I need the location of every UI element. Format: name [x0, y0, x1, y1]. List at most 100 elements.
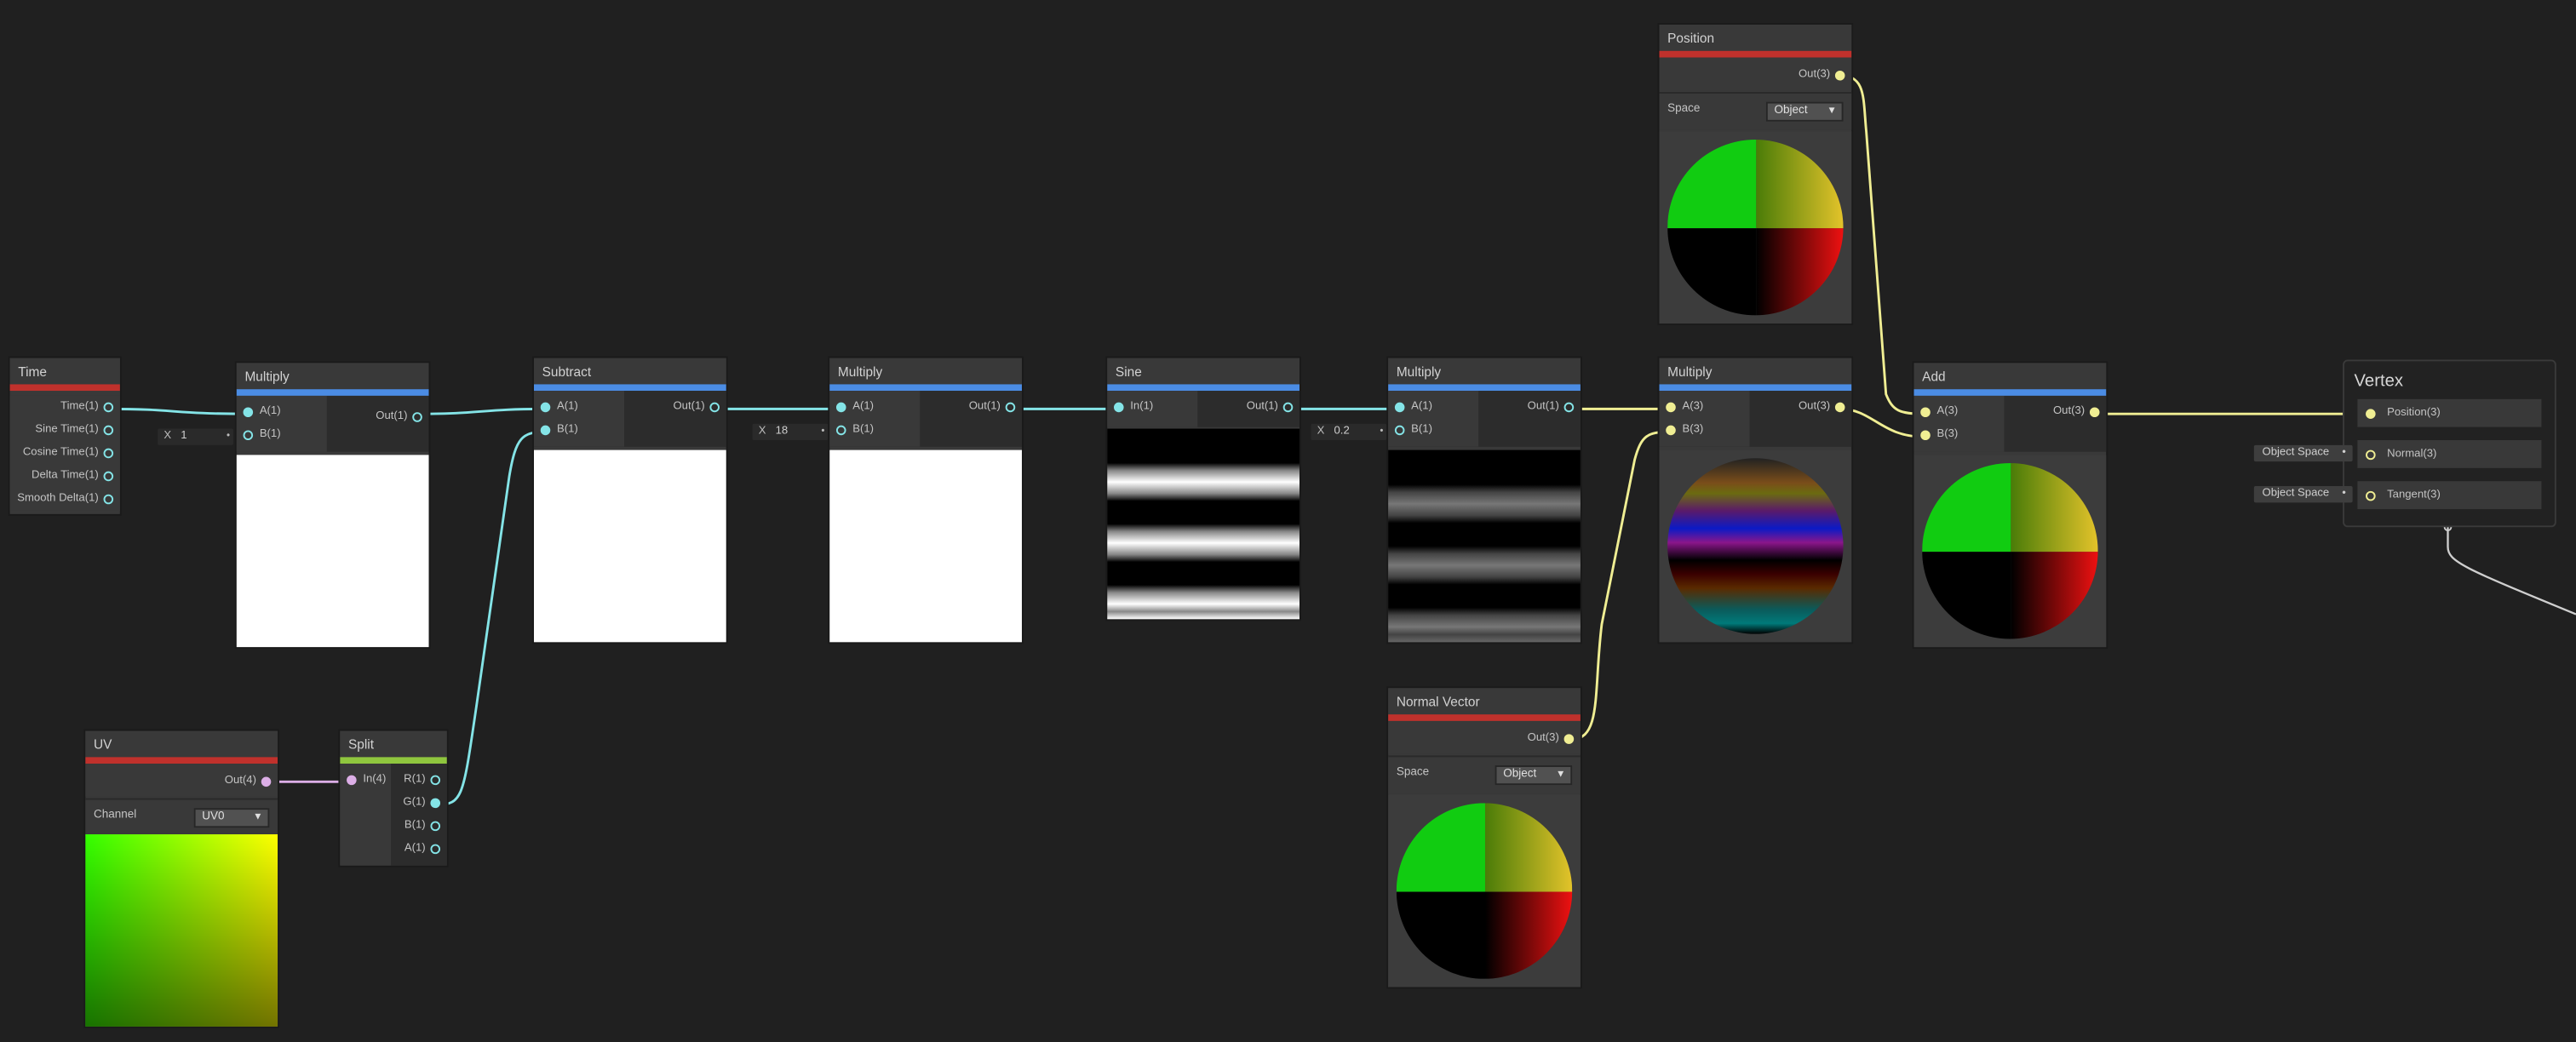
preview-sphere — [1922, 463, 2098, 639]
subtract-output-port[interactable]: Out(1) — [624, 396, 726, 419]
split-r-output-port[interactable]: R(1) — [391, 769, 447, 792]
uv-output-port[interactable]: Out(4) — [85, 770, 278, 793]
channel-dropdown[interactable]: UV0 ▼ — [193, 808, 270, 828]
time-node[interactable]: Time Time(1) Sine Time(1) Cosine Time(1)… — [9, 358, 120, 514]
space-dropdown[interactable]: Object ▼ — [1495, 765, 1573, 786]
vertex-normal-port[interactable]: Normal(3) — [2357, 440, 2542, 468]
tangent-space-field[interactable]: Object Space • — [2253, 486, 2353, 503]
split-g-output-port[interactable]: G(1) — [391, 792, 447, 815]
shader-graph-canvas[interactable]: Time Time(1) Sine Time(1) Cosine Time(1)… — [0, 0, 2576, 1041]
vertex-position-port[interactable]: Position(3) — [2357, 398, 2542, 427]
port-dot-icon[interactable] — [1282, 402, 1294, 413]
port-dot-icon[interactable] — [1834, 70, 1845, 81]
add-a-input-port[interactable]: A(3) — [1914, 401, 2005, 424]
sine-node[interactable]: Sine In(1) Out(1) — [1107, 358, 1299, 620]
multiply4-node[interactable]: Multiply A(3) B(3) Out(3) — [1659, 358, 1852, 643]
port-dot-icon[interactable] — [2089, 407, 2100, 418]
port-dot-icon[interactable] — [1563, 402, 1575, 413]
port-dot-icon[interactable] — [412, 412, 422, 422]
split-b-output-port[interactable]: B(1) — [391, 815, 447, 838]
port-dot-icon[interactable] — [430, 821, 441, 832]
uv-title: UV — [85, 730, 278, 758]
subtract-node[interactable]: Subtract A(1) B(1) Out(1) — [533, 358, 726, 643]
multiply1-output-port[interactable]: Out(1) — [327, 406, 429, 429]
port-dot-icon[interactable] — [103, 494, 114, 505]
sine-time-output-port[interactable]: Sine Time(1) — [10, 419, 120, 442]
port-dot-icon[interactable] — [1666, 402, 1676, 413]
port-dot-icon[interactable] — [1113, 402, 1124, 413]
space-dropdown[interactable]: Object ▼ — [1765, 101, 1844, 122]
multiply4-output-port[interactable]: Out(3) — [1750, 396, 1852, 419]
port-dot-icon[interactable] — [1834, 402, 1845, 413]
port-dot-icon[interactable] — [103, 448, 114, 459]
cosine-time-output-port[interactable]: Cosine Time(1) — [10, 442, 120, 465]
vertex-context[interactable]: Vertex Position(3) Normal(3) Tangent(3) — [2343, 359, 2556, 528]
add-node[interactable]: Add A(3) B(3) Out(3) — [1913, 363, 2107, 648]
smooth-delta-output-port[interactable]: Smooth Delta(1) — [10, 488, 120, 511]
port-dot-icon[interactable] — [1666, 425, 1676, 436]
multiply1-a-input-port[interactable]: A(1) — [237, 401, 327, 424]
port-dot-icon[interactable] — [430, 844, 441, 855]
multiply1-b-input-field[interactable]: X 1 • — [158, 428, 233, 445]
port-dot-icon[interactable] — [540, 402, 551, 413]
multiply2-output-port[interactable]: Out(1) — [920, 396, 1022, 419]
port-dot-icon[interactable] — [347, 775, 357, 786]
port-dot-icon[interactable] — [1394, 402, 1405, 413]
time-output-port[interactable]: Time(1) — [10, 396, 120, 419]
multiply3-node[interactable]: Multiply A(1) B(1) Out(1) — [1388, 358, 1581, 643]
port-dot-icon[interactable] — [1920, 407, 1931, 418]
position-preview — [1659, 131, 1852, 324]
drag-handle-icon[interactable]: • — [227, 429, 230, 445]
multiply2-b-input-field[interactable]: X 18 • — [752, 423, 829, 441]
position-node[interactable]: Position Out(3) Space Object ▼ — [1659, 24, 1852, 324]
port-dot-icon[interactable] — [709, 402, 720, 413]
add-b-input-port[interactable]: B(3) — [1914, 424, 2005, 447]
port-dot-icon[interactable] — [2366, 490, 2376, 501]
delta-time-output-port[interactable]: Delta Time(1) — [10, 465, 120, 488]
normal-space-field[interactable]: Object Space • — [2253, 444, 2353, 462]
port-dot-icon[interactable] — [2366, 409, 2376, 419]
sine-output-port[interactable]: Out(1) — [1197, 396, 1299, 419]
sine-input-port[interactable]: In(1) — [1107, 396, 1197, 419]
subtract-a-input-port[interactable]: A(1) — [534, 396, 624, 419]
multiply4-a-input-port[interactable]: A(3) — [1659, 396, 1749, 419]
multiply3-b-input-field[interactable]: X 0.2 • — [1311, 423, 1387, 441]
multiply3-a-input-port[interactable]: A(1) — [1388, 396, 1478, 419]
multiply1-node[interactable]: Multiply A(1) B(1) Out(1) — [236, 363, 429, 648]
multiply2-a-input-port[interactable]: A(1) — [829, 396, 920, 419]
port-dot-icon[interactable] — [835, 402, 846, 413]
port-dot-icon[interactable] — [1563, 734, 1575, 744]
port-dot-icon[interactable] — [261, 776, 272, 787]
multiply1-b-input-port[interactable]: B(1) — [237, 424, 327, 447]
split-a-output-port[interactable]: A(1) — [391, 838, 447, 861]
port-dot-icon[interactable] — [103, 425, 114, 436]
port-dot-icon[interactable] — [835, 425, 846, 436]
uv-node[interactable]: UV Out(4) Channel UV0 ▼ — [85, 730, 278, 1027]
port-dot-icon[interactable] — [103, 471, 114, 482]
port-dot-icon[interactable] — [430, 775, 441, 786]
multiply2-b-input-port[interactable]: B(1) — [829, 419, 920, 442]
normal-vector-node[interactable]: Normal Vector Out(3) Space Object ▼ — [1388, 688, 1581, 988]
port-dot-icon[interactable] — [103, 402, 114, 413]
add-output-port[interactable]: Out(3) — [2005, 401, 2107, 424]
port-dot-icon[interactable] — [1394, 425, 1405, 436]
drag-handle-icon[interactable]: • — [821, 424, 824, 440]
vertex-tangent-port[interactable]: Tangent(3) — [2357, 481, 2542, 510]
split-node[interactable]: Split In(4) R(1) G(1) B(1) A(1) — [340, 730, 447, 866]
multiply2-node[interactable]: Multiply A(1) B(1) Out(1) — [829, 358, 1022, 643]
port-dot-icon[interactable] — [243, 407, 254, 418]
multiply3-b-input-port[interactable]: B(1) — [1388, 419, 1478, 442]
port-dot-icon[interactable] — [1920, 430, 1931, 441]
normal-vector-output-port[interactable]: Out(3) — [1388, 728, 1581, 751]
subtract-b-input-port[interactable]: B(1) — [534, 419, 624, 442]
drag-handle-icon[interactable]: • — [1380, 424, 1383, 440]
port-dot-icon[interactable] — [430, 798, 441, 809]
split-input-port[interactable]: In(4) — [340, 769, 391, 792]
multiply4-b-input-port[interactable]: B(3) — [1659, 419, 1749, 442]
port-dot-icon[interactable] — [540, 425, 551, 436]
port-dot-icon[interactable] — [243, 430, 254, 441]
position-output-port[interactable]: Out(3) — [1659, 64, 1851, 87]
multiply3-output-port[interactable]: Out(1) — [1478, 396, 1581, 419]
port-dot-icon[interactable] — [1005, 402, 1016, 413]
port-dot-icon[interactable] — [2366, 449, 2376, 461]
